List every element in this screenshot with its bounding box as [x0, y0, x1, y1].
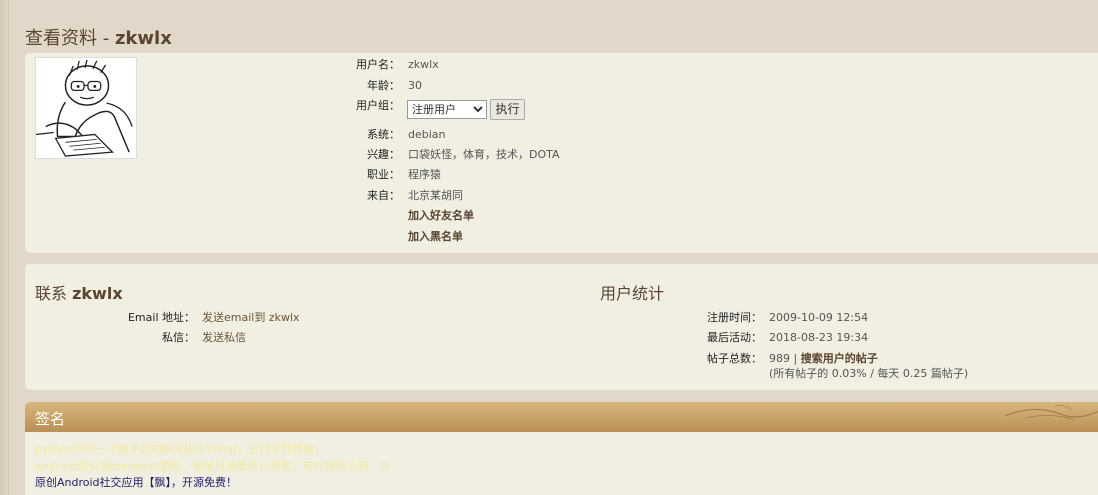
field-age-label-row: 年龄：: [25, 78, 400, 94]
user-group-select[interactable]: 注册用户: [407, 100, 487, 119]
field-interests-label: 兴趣：: [367, 148, 400, 161]
field-username-label-row: 用户名：: [25, 57, 400, 73]
last-active-value: 2018-08-23 19:34: [769, 331, 869, 344]
field-occupation-label-row: 职业：: [25, 167, 400, 183]
field-location-label: 来自：: [367, 189, 400, 202]
post-count-label: 帖子总数：: [707, 352, 762, 365]
reg-time-value: 2009-10-09 12:54: [769, 311, 869, 324]
search-user-posts-link[interactable]: 搜索用户的帖子: [801, 352, 878, 365]
field-system-label: 系统：: [367, 128, 400, 141]
field-interests-label-row: 兴趣：: [25, 147, 400, 163]
last-active-label: 最后活动：: [707, 331, 762, 344]
left-edge-bar: [0, 0, 9, 495]
field-age-value: 30: [408, 79, 422, 92]
post-count-separator: |: [790, 352, 801, 365]
stats-heading: 用户统计: [600, 284, 665, 303]
signature-line-1[interactable]: python写的一个跨平台的聊天软件TChat，支持文件传输。: [35, 441, 325, 457]
reg-time-label-row: 注册时间：: [25, 310, 762, 326]
page-title: 查看资料 - zkwlx: [25, 24, 172, 50]
field-group-label-row: 用户组：: [25, 98, 400, 114]
profile-panel: 用户名： zkwlx 年龄： 30 用户组： 注册用户 执行 系统： debia…: [25, 53, 1098, 253]
field-age-label: 年龄：: [367, 79, 400, 92]
post-count-row: 989 | 搜索用户的帖子: [769, 351, 878, 367]
contact-heading: 联系 zkwlx: [35, 280, 123, 304]
field-location-value: 北京某胡同: [408, 189, 463, 202]
field-system-label-row: 系统：: [25, 127, 400, 143]
page-title-username: zkwlx: [114, 28, 172, 49]
post-count-value: 989: [769, 352, 790, 365]
post-count-label-row: 帖子总数：: [25, 351, 762, 367]
execute-button[interactable]: 执行: [490, 99, 525, 120]
signature-heading: 签名: [35, 410, 66, 428]
post-count-detail: (所有帖子的 0.03% / 每天 0.25 篇帖子): [769, 367, 969, 380]
contact-heading-user: zkwlx: [72, 284, 123, 303]
reg-time-label: 注册时间：: [707, 311, 762, 324]
field-interests-value: 口袋妖怪，体育，技术，DOTA: [408, 148, 560, 161]
field-location-label-row: 来自：: [25, 188, 400, 204]
field-occupation-value: 程序猿: [408, 168, 441, 181]
add-friend-link[interactable]: 加入好友名单: [408, 208, 474, 224]
field-occupation-label: 职业：: [367, 168, 400, 181]
contact-stats-panel: 联系 zkwlx Email 地址： 发送email到 zkwlx 私信： 发送…: [25, 264, 1098, 390]
field-username-label: 用户名：: [356, 58, 400, 71]
signature-line-3[interactable]: 原创Android社交应用【飘】，开源免费！: [35, 474, 237, 490]
last-active-label-row: 最后活动：: [25, 330, 762, 346]
add-blocklist-link[interactable]: 加入黑名单: [408, 229, 463, 245]
field-group-label: 用户组：: [356, 99, 400, 112]
field-username-value: zkwlx: [408, 58, 439, 71]
signature-header: 签名: [25, 402, 1098, 432]
signature-body: python写的一个跨平台的聊天软件TChat，支持文件传输。 android防…: [25, 432, 1098, 495]
decorative-swirl-icon: [1005, 405, 1098, 421]
contact-heading-prefix: 联系: [35, 284, 73, 303]
signature-line-2[interactable]: android防火墙droidwall更新，添加月流量统计功能，有兴趣的点我：D: [35, 458, 388, 474]
page-title-prefix: 查看资料 -: [25, 28, 115, 49]
field-system-value: debian: [408, 128, 446, 141]
